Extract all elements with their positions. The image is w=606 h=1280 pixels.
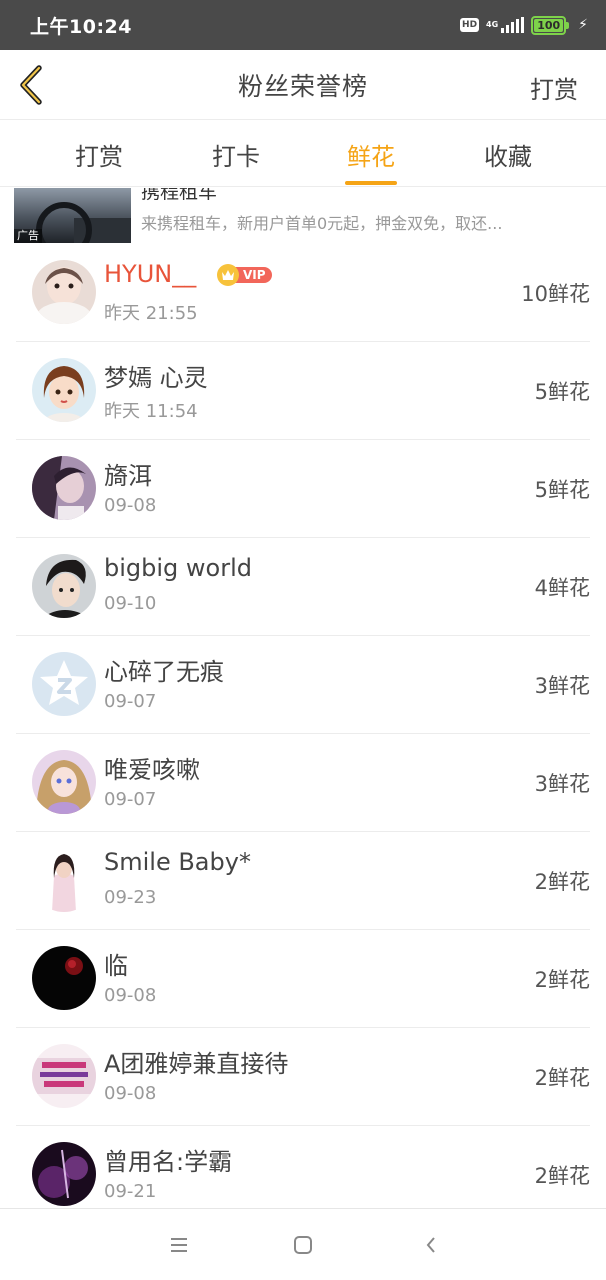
ad-title: 携程租车: [141, 188, 218, 203]
fan-name: bigbig world: [104, 554, 252, 582]
avatar: [32, 1142, 96, 1206]
charging-icon: ⚡: [578, 17, 588, 33]
fan-date: 09-07: [104, 691, 157, 712]
list-item[interactable]: bigbig world 09-10 4鲜花: [16, 538, 590, 636]
battery-icon: 100: [531, 15, 570, 35]
flower-count: 3鲜花: [534, 674, 590, 698]
avatar: [32, 848, 96, 912]
active-tab-indicator: [345, 181, 397, 185]
flower-count: 2鲜花: [534, 1066, 590, 1090]
hd-icon: HD: [460, 18, 480, 32]
fan-name: Smile Baby*: [104, 848, 251, 876]
fan-date: 09-08: [104, 985, 157, 1006]
tab-checkin[interactable]: 打卡: [186, 137, 286, 172]
menu-icon: [171, 1238, 187, 1252]
avatar: [32, 554, 96, 618]
ad-description: 来携程租车，新用户首单0元起，押金双免，取还...: [141, 214, 503, 233]
avatar: [32, 946, 96, 1010]
fan-date: 09-21: [104, 1181, 157, 1202]
flower-count: 5鲜花: [534, 478, 590, 502]
flower-count: 2鲜花: [534, 1164, 590, 1188]
app-header: 粉丝荣誉榜 打赏: [0, 50, 606, 120]
avatar: [32, 456, 96, 520]
list-item[interactable]: 心碎了无痕 09-07 3鲜花: [16, 636, 590, 734]
vip-badge: VIP: [217, 264, 272, 286]
list-item[interactable]: 旖洱 09-08 5鲜花: [16, 440, 590, 538]
page-title: 粉丝荣誉榜: [237, 71, 368, 101]
flower-count: 2鲜花: [534, 870, 590, 894]
chevron-left-icon: [20, 65, 42, 105]
flower-count: 10鲜花: [521, 282, 590, 306]
flower-count: 4鲜花: [534, 576, 590, 600]
list-item[interactable]: 梦嫣 心灵 昨天 11:54 5鲜花: [16, 342, 590, 440]
signal-icon: [501, 17, 525, 33]
battery-level: 100: [534, 18, 564, 32]
system-nav-bar: [0, 1208, 606, 1280]
menu-button[interactable]: [165, 1233, 193, 1257]
fan-name: A团雅婷兼直接待: [104, 1050, 289, 1078]
tab-bar: 打赏 打卡 鲜花 收藏: [0, 121, 606, 187]
crown-icon: [217, 264, 239, 286]
tab-reward[interactable]: 打赏: [49, 137, 149, 172]
fan-date: 09-10: [104, 593, 157, 614]
flower-count: 3鲜花: [534, 772, 590, 796]
fan-name: 心碎了无痕: [104, 658, 224, 686]
fan-date: 09-23: [104, 887, 157, 908]
fan-date: 09-08: [104, 1083, 157, 1104]
fan-date: 09-08: [104, 495, 157, 516]
avatar: [32, 750, 96, 814]
list-item[interactable]: 临 09-08 2鲜花: [16, 930, 590, 1028]
fan-name: 唯爱咳嗽: [104, 756, 200, 784]
list-item[interactable]: Smile Baby* 09-23 2鲜花: [16, 832, 590, 930]
list-item[interactable]: 唯爱咳嗽 09-07 3鲜花: [16, 734, 590, 832]
back-button[interactable]: [14, 64, 48, 106]
tab-flowers[interactable]: 鲜花: [321, 137, 421, 172]
fan-date: 昨天 11:54: [104, 401, 198, 422]
fan-name: 曾用名:学霸: [104, 1148, 233, 1176]
avatar: [32, 260, 96, 324]
fan-name: 旖洱: [104, 462, 152, 490]
flower-count: 5鲜花: [534, 380, 590, 404]
avatar: [32, 1044, 96, 1108]
status-bar: 上午10:24 HD 4G 100 ⚡: [0, 0, 606, 50]
fan-date: 昨天 21:55: [104, 303, 198, 324]
avatar: [32, 652, 96, 716]
reward-button[interactable]: 打赏: [530, 70, 578, 105]
fan-date: 09-07: [104, 789, 157, 810]
ad-label: 广告: [14, 229, 42, 243]
home-button[interactable]: [289, 1233, 317, 1257]
system-back-button[interactable]: [417, 1233, 445, 1257]
status-indicators: HD 4G 100 ⚡: [460, 15, 588, 35]
fan-name: 梦嫣 心灵: [104, 364, 208, 392]
network-type: 4G: [486, 20, 499, 29]
fan-name: 临: [104, 952, 128, 980]
ad-banner[interactable]: 广告 携程租车 来携程租车，新用户首单0元起，押金双免，取还...: [0, 188, 606, 244]
list-item[interactable]: A团雅婷兼直接待 09-08 2鲜花: [16, 1028, 590, 1126]
fan-ranking-list: HYUN__ VIP 昨天 21:55 10鲜花 梦嫣 心灵 昨天 11:54 …: [0, 244, 606, 1224]
flower-count: 2鲜花: [534, 968, 590, 992]
avatar: [32, 358, 96, 422]
home-icon: [294, 1236, 312, 1254]
back-icon: [426, 1237, 435, 1253]
fan-name: HYUN__: [104, 260, 197, 288]
status-time: 上午10:24: [30, 15, 132, 38]
list-item[interactable]: HYUN__ VIP 昨天 21:55 10鲜花: [16, 244, 590, 342]
tab-favorites[interactable]: 收藏: [458, 137, 558, 172]
